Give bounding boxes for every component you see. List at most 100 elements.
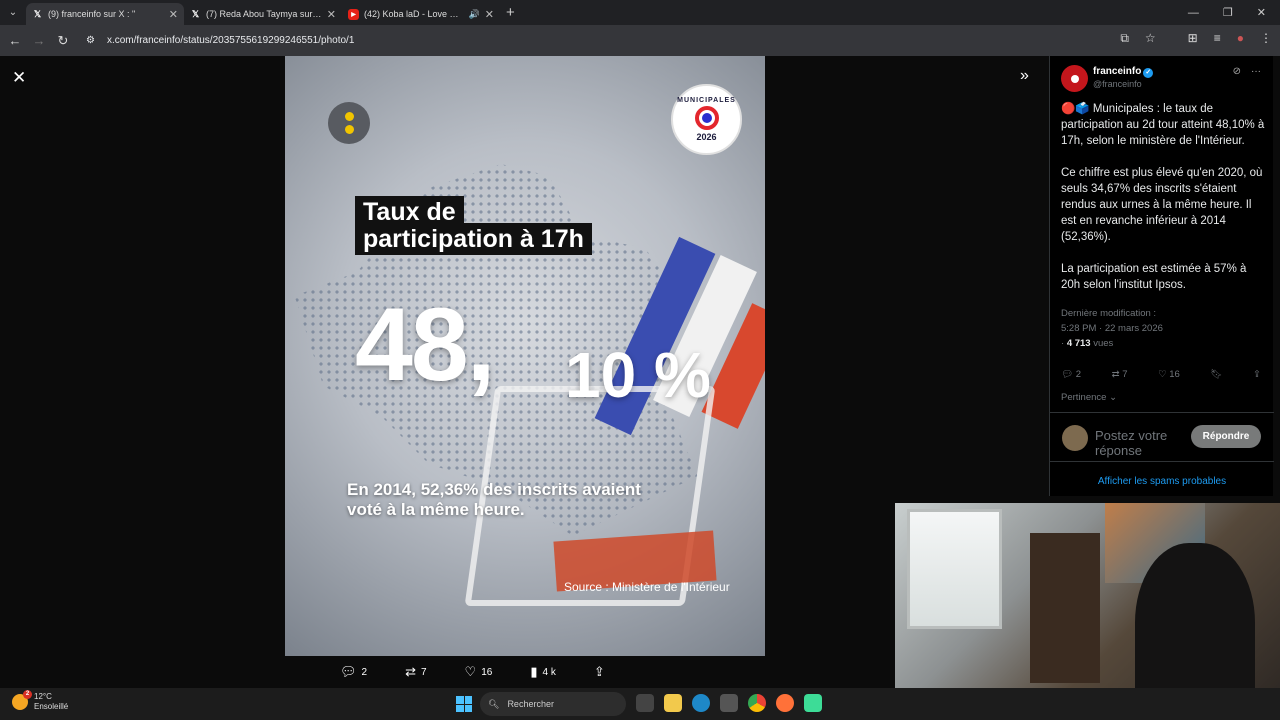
share-button[interactable]: ⇪	[594, 664, 605, 680]
menu-icon[interactable]: ⋮	[1260, 31, 1272, 46]
author-handle[interactable]: @franceinfo	[1093, 79, 1142, 89]
tweet-panel: franceinfo ✓ @franceinfo ⊘ ··· 🔴🗳️ Munici…	[1049, 56, 1274, 496]
reload-icon[interactable]: ↻	[51, 33, 75, 49]
bookmark-icon[interactable]: 🔖︎	[1210, 369, 1222, 380]
reply-icon: 💬︎	[1061, 369, 1074, 380]
infographic-image[interactable]: MUNICIPALES 2026 Taux de participation à…	[285, 56, 765, 656]
bookshelf	[1030, 533, 1100, 683]
author-name-text: franceinfo	[1093, 66, 1142, 77]
weather-widget[interactable]: 2 12°C Ensoleillé	[12, 690, 68, 712]
badge-label: MUNICIPALES	[677, 97, 736, 104]
repost-button[interactable]: ⇄ 7	[405, 664, 426, 680]
big-number-integer: 48,	[355, 287, 496, 403]
omnibox[interactable]: ⚙ x.com/franceinfo/status/20357556192992…	[80, 29, 1175, 52]
close-icon[interactable]: ✕	[12, 68, 26, 88]
reply-composer: Postez votre réponse Répondre	[1050, 412, 1274, 462]
user-avatar	[1062, 425, 1088, 451]
more-icon[interactable]: ···	[1251, 66, 1261, 77]
bookmark-star-icon[interactable]: ☆	[1145, 31, 1156, 46]
show-spam-link[interactable]: Afficher les spams probables	[1050, 476, 1274, 487]
media-icon[interactable]: ≡	[1214, 31, 1221, 46]
tweet-paragraph: 🔴🗳️ Municipales : le taux de participati…	[1061, 103, 1265, 147]
window-controls: — ❐ ✕	[1188, 0, 1280, 25]
tweet-paragraph: Ce chiffre est plus élevé qu'en 2020, où…	[1061, 167, 1263, 243]
url-text[interactable]: x.com/franceinfo/status/2035755619299246…	[107, 35, 354, 46]
profile-icon[interactable]: ●	[1237, 31, 1244, 46]
store-icon[interactable]	[720, 694, 738, 712]
author-name[interactable]: franceinfo ✓	[1093, 66, 1154, 78]
close-tab-icon[interactable]: ✕	[485, 8, 494, 21]
extensions-icon[interactable]: ⊞	[1188, 31, 1198, 46]
tab-youtube[interactable]: ▶ (42) Koba laD - Love Exclu 🔊 ✕	[342, 3, 500, 25]
grok-icon[interactable]: ⊘	[1233, 66, 1241, 77]
back-icon[interactable]: ←	[3, 33, 27, 48]
reply-submit-button[interactable]: Répondre	[1191, 425, 1261, 448]
modified-label[interactable]: Dernière modification :	[1061, 306, 1163, 321]
edge-icon[interactable]	[692, 694, 710, 712]
app-icon[interactable]	[804, 694, 822, 712]
taskbar-search[interactable]: 🔍︎ Rechercher	[480, 692, 626, 716]
repost-count: 7	[420, 666, 427, 678]
sort-dropdown[interactable]: Pertinence ⌄	[1061, 392, 1117, 403]
franceinfo-logo	[328, 102, 370, 144]
taskbar-apps	[636, 694, 822, 712]
share-icon[interactable]: ⇪	[1253, 369, 1261, 380]
reply-count: 2	[361, 666, 368, 678]
tab-search-icon[interactable]: ⌄	[0, 0, 26, 25]
chrome-icon[interactable]	[748, 694, 766, 712]
weather-badge: 2	[23, 690, 32, 699]
search-icon: 🔍︎	[488, 698, 500, 709]
views-number: 4 713	[1066, 338, 1091, 349]
task-view-icon[interactable]	[636, 694, 654, 712]
close-window-icon[interactable]: ✕	[1257, 6, 1266, 19]
tweet-top-icons: ⊘ ···	[1233, 66, 1261, 77]
collapse-panel-icon[interactable]: »	[1020, 67, 1029, 85]
minimize-icon[interactable]: —	[1188, 7, 1199, 19]
tweet-paragraph: La participation est estimée à 57% à 20h…	[1061, 263, 1247, 291]
close-tab-icon[interactable]: ✕	[327, 8, 336, 21]
firefox-icon[interactable]	[776, 694, 794, 712]
views-label: vues	[1093, 338, 1114, 349]
start-icon[interactable]	[456, 696, 472, 712]
new-tab-icon[interactable]: +	[506, 4, 515, 21]
x-logo-icon: 𝕏	[191, 8, 200, 19]
sun-icon: 2	[12, 690, 32, 710]
like-count: 16	[1169, 369, 1180, 380]
like-button[interactable]: ♡ 16	[465, 664, 493, 680]
heart-icon: ♡	[464, 664, 477, 679]
reply-button[interactable]: 💬︎ 2	[1061, 369, 1081, 380]
repost-button[interactable]: ⇄ 7	[1112, 369, 1128, 380]
big-number-decimal: 10 %	[565, 339, 711, 411]
site-info-icon[interactable]: ⚙	[86, 35, 95, 46]
file-explorer-icon[interactable]	[664, 694, 682, 712]
tweet-datetime[interactable]: 5:28 PM · 22 mars 2026	[1061, 321, 1163, 336]
sort-label: Pertinence	[1061, 392, 1107, 403]
close-tab-icon[interactable]: ✕	[169, 8, 178, 21]
room-window	[907, 509, 1002, 629]
like-button[interactable]: ♡ 16	[1158, 369, 1180, 380]
municipales-badge: MUNICIPALES 2026	[671, 84, 742, 155]
install-app-icon[interactable]: ⧉	[1120, 31, 1129, 46]
tab-reda[interactable]: 𝕏 (7) Reda Abou Taymya sur X : " ✕	[184, 3, 342, 25]
heart-icon: ♡	[1158, 369, 1167, 380]
forward-icon[interactable]: →	[27, 33, 51, 48]
toolbar-icons: ⧉ ☆ ⊞ ≡ ● ⋮	[1120, 31, 1272, 46]
reply-input[interactable]: Postez votre réponse	[1095, 428, 1190, 458]
speaker-icon[interactable]: 🔊	[469, 9, 480, 20]
maximize-icon[interactable]: ❐	[1223, 6, 1233, 19]
badge-year: 2026	[696, 132, 717, 142]
reply-button[interactable]: 💬︎ 2	[340, 664, 367, 680]
chevron-down-icon: ⌄	[1109, 392, 1118, 403]
x-logo-icon: 𝕏	[33, 8, 42, 19]
reply-icon: 💬︎	[340, 664, 357, 679]
reply-count: 2	[1075, 369, 1081, 380]
share-icon: ⇪	[593, 664, 605, 679]
windows-taskbar: 2 12°C Ensoleillé 🔍︎ Rechercher	[0, 688, 1280, 720]
cockade-icon	[694, 106, 719, 130]
analytics-icon: ▮	[530, 664, 538, 679]
views-button[interactable]: ▮ 4 k	[530, 664, 556, 680]
comparison-text: En 2014, 52,36% des inscrits avaient vot…	[347, 480, 641, 519]
tab-franceinfo[interactable]: 𝕏 (9) franceinfo sur X : " ✕	[26, 3, 184, 25]
tab-title: (7) Reda Abou Taymya sur X : "	[206, 9, 322, 19]
avatar[interactable]	[1061, 65, 1088, 92]
